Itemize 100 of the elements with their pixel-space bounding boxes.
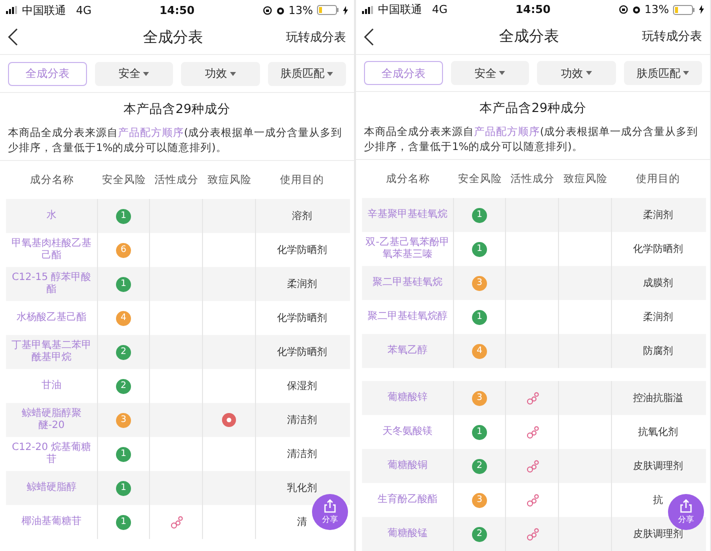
safety-score: 1: [116, 208, 131, 224]
back-button[interactable]: [8, 28, 18, 46]
safety-score: 3: [472, 492, 487, 508]
safety-score: 1: [472, 208, 487, 222]
usage-purpose: 化学防晒剂: [277, 244, 327, 257]
safety-score: 2: [116, 378, 131, 394]
back-button[interactable]: [364, 28, 374, 46]
safety-score: 1: [472, 424, 487, 440]
filter-tab[interactable]: 肤质匹配: [624, 61, 702, 86]
safety-score: 3: [116, 412, 131, 428]
safety-score: 1: [116, 514, 131, 530]
share-icon: [679, 499, 693, 513]
filter-tab[interactable]: 安全: [450, 61, 529, 86]
usage-purpose: 防腐剂: [643, 344, 673, 358]
network-type: 4G: [432, 3, 448, 16]
usage-purpose: 清洁剂: [287, 448, 317, 461]
column-header: 致痘风险: [208, 173, 252, 187]
ingredient-name[interactable]: 水杨酸乙基己酯: [16, 312, 86, 324]
ingredient-count: 本产品含29种成分: [122, 100, 232, 118]
column-header: 安全风险: [102, 173, 146, 187]
ingredient-name[interactable]: 聚二甲基硅氧烷醇: [368, 311, 448, 323]
battery-icon: [317, 5, 339, 15]
formula-order-link[interactable]: 产品配方顺序: [474, 126, 540, 138]
caret-icon: [327, 72, 334, 76]
ingredient-name[interactable]: 鲸蜡硬脂醇: [26, 482, 76, 494]
ingredient-name[interactable]: 葡糖酸锰: [388, 528, 428, 540]
network-type: 4G: [76, 4, 92, 16]
filter-tab[interactable]: 全成分表: [8, 62, 86, 86]
ingredient-name[interactable]: 生育酚乙酸酯: [378, 494, 438, 506]
ingredient-name[interactable]: 双-乙基己氧苯酚甲氧苯基三嗪: [365, 237, 450, 261]
safety-score: 3: [472, 276, 487, 290]
battery-percent: 13%: [288, 4, 313, 16]
guide-link[interactable]: 玩转成分表: [286, 28, 346, 46]
safety-score: 6: [116, 242, 131, 258]
filter-tab[interactable]: 功效: [181, 62, 260, 86]
signal-icon: [362, 6, 374, 14]
ingredient-name[interactable]: C12-15 醇苯甲酸酯: [9, 272, 94, 296]
caret-icon: [586, 71, 592, 76]
ingredient-name[interactable]: 天冬氨酸镁: [382, 426, 432, 438]
battery-percent: 13%: [644, 3, 669, 16]
column-header: 活性成分: [154, 173, 198, 187]
safety-score: 3: [472, 390, 487, 406]
safety-score: 1: [116, 480, 131, 496]
column-header: 使用目的: [280, 173, 324, 187]
usage-purpose: 化学防晒剂: [277, 346, 327, 359]
column-header: 成分名称: [386, 172, 430, 186]
column-header: 致痘风险: [564, 172, 608, 186]
filter-tab[interactable]: 全成分表: [364, 61, 442, 86]
page-title: 全成分表: [499, 27, 559, 46]
filter-tab[interactable]: 肤质匹配: [268, 62, 346, 86]
safety-score: 1: [472, 242, 487, 256]
share-icon: [323, 499, 337, 513]
ingredient-name[interactable]: 椰油基葡糖苷: [22, 516, 82, 528]
filter-tab[interactable]: 功效: [537, 61, 616, 86]
carrier-name: 中国联通: [22, 2, 66, 18]
back-icon: [8, 28, 18, 46]
usage-purpose: 乳化剂: [287, 482, 317, 495]
ingredient-name[interactable]: 苯氧乙醇: [388, 345, 428, 357]
ingredient-name[interactable]: 水: [46, 210, 56, 222]
caret-icon: [683, 71, 690, 76]
column-header: 成分名称: [30, 173, 74, 187]
safety-score: 4: [472, 344, 487, 358]
usage-purpose: 柔润剂: [643, 310, 673, 324]
filter-tab[interactable]: 安全: [94, 62, 173, 86]
usage-purpose: 皮肤调理剂: [633, 528, 683, 541]
safety-score: 1: [116, 446, 131, 462]
ingredient-name[interactable]: 葡糖酸锌: [388, 392, 428, 404]
guide-link[interactable]: 玩转成分表: [642, 28, 702, 46]
signal-icon: [6, 6, 18, 14]
safety-score: 2: [472, 458, 487, 474]
ingredient-name[interactable]: 聚二甲基硅氧烷: [372, 277, 442, 289]
column-header: 使用目的: [636, 172, 680, 186]
status-time: 14:50: [160, 4, 195, 16]
ingredient-name[interactable]: 葡糖酸铜: [388, 460, 428, 472]
usage-purpose: 抗氧化剂: [638, 426, 678, 439]
ingredient-name[interactable]: 甘油: [42, 380, 62, 392]
column-header: 活性成分: [510, 172, 554, 186]
usage-purpose: 清洁剂: [287, 414, 317, 427]
carrier-name: 中国联通: [378, 2, 422, 18]
usage-purpose: 抗: [653, 494, 663, 507]
formula-order-link[interactable]: 产品配方顺序: [118, 127, 184, 139]
ingredient-name[interactable]: 鲸蜡硬脂醇聚醚-20: [9, 408, 94, 432]
safety-score: 2: [472, 526, 487, 542]
ingredient-name[interactable]: 丁基甲氧基二苯甲酰基甲烷: [9, 340, 94, 364]
page-title: 全成分表: [143, 28, 203, 46]
ingredient-name[interactable]: C12-20 烷基葡糖苷: [9, 442, 94, 466]
safety-score: 4: [116, 310, 131, 326]
usage-purpose: 柔润剂: [287, 278, 317, 291]
usage-purpose: 成膜剂: [643, 276, 673, 290]
ingredient-name[interactable]: 辛基聚甲基硅氧烷: [368, 209, 448, 221]
usage-purpose: 溶剂: [292, 210, 312, 223]
rotation-lock-icon: [618, 5, 628, 14]
safety-score: 1: [472, 310, 487, 324]
rotation-lock-icon: [262, 6, 272, 14]
caret-icon: [143, 72, 150, 76]
battery-icon: [673, 4, 695, 15]
usage-purpose: 皮肤调理剂: [633, 460, 683, 473]
caret-icon: [499, 71, 506, 76]
ingredient-name[interactable]: 甲氧基肉桂酸乙基己酯: [9, 238, 94, 262]
usage-purpose: 化学防晒剂: [633, 242, 683, 256]
